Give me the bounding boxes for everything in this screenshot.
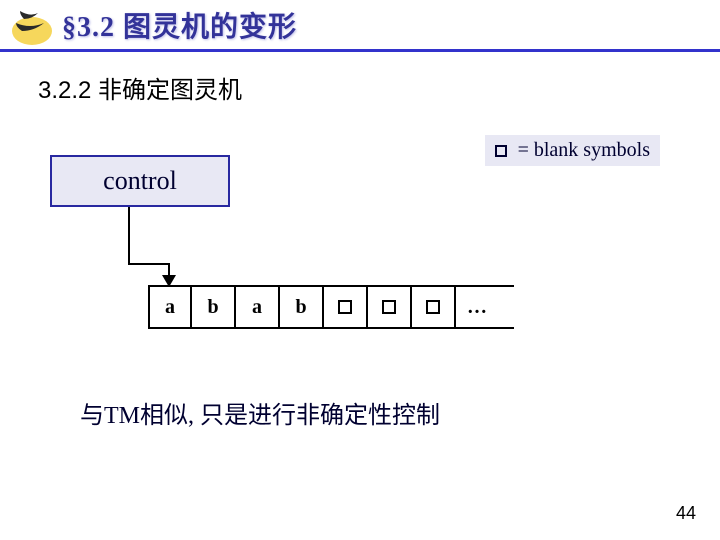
- page-number: 44: [676, 503, 696, 524]
- tape-cell-blank: [368, 285, 412, 329]
- section-heading: 3.2.2 非确定图灵机: [38, 77, 242, 104]
- blank-square-icon: [382, 300, 396, 314]
- logo-bird-icon: [10, 5, 58, 53]
- blank-square-icon: [426, 300, 440, 314]
- control-label: control: [103, 166, 177, 196]
- blank-square-icon: [338, 300, 352, 314]
- connector-line: [128, 207, 130, 265]
- tape-cell: a: [148, 285, 192, 329]
- legend-text: = blank symbols: [513, 139, 650, 161]
- tape-cell: b: [280, 285, 324, 329]
- slide-title: §3.2 图灵机的变形: [62, 5, 297, 45]
- slide-header: §3.2 图灵机的变形: [0, 0, 720, 52]
- tape-ellipsis: …: [456, 285, 500, 329]
- explanation-note: 与TM相似, 只是进行非确定性控制: [80, 395, 720, 430]
- tape-cell: a: [236, 285, 280, 329]
- connector-line: [128, 263, 170, 265]
- turing-machine-diagram: = blank symbols control a b a b …: [0, 135, 720, 355]
- blank-symbol-legend: = blank symbols: [485, 135, 660, 166]
- section-heading-row: 3.2.2 非确定图灵机: [38, 70, 720, 105]
- tape: a b a b …: [148, 285, 514, 329]
- blank-square-icon: [495, 145, 507, 157]
- tape-cell-blank: [324, 285, 368, 329]
- tape-cell: b: [192, 285, 236, 329]
- tape-tail: [500, 285, 514, 329]
- tape-cell-blank: [412, 285, 456, 329]
- control-unit-box: control: [50, 155, 230, 207]
